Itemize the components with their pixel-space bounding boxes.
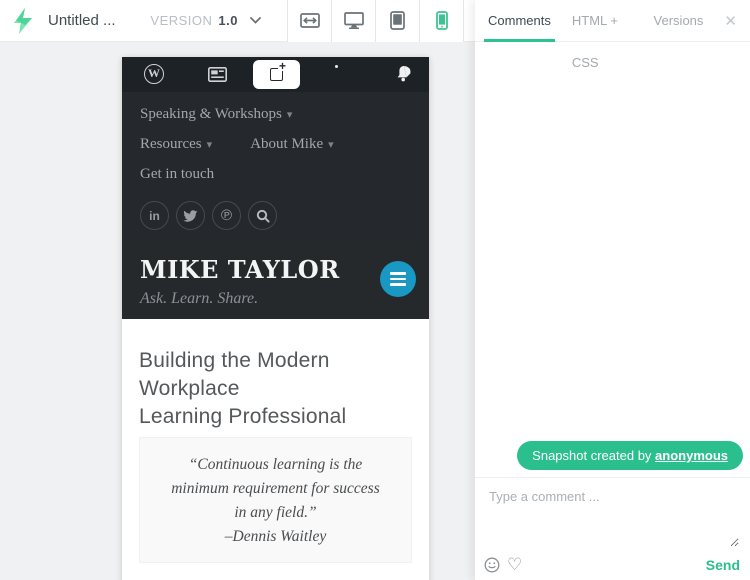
device-preview-switcher (287, 0, 464, 42)
comment-composer: ♡ Send (475, 477, 750, 580)
linkedin-icon[interactable]: in (140, 201, 169, 230)
version-selector[interactable]: VERSION 1.0 (150, 13, 261, 28)
nav-item-get-in-touch[interactable]: Get in touch (140, 160, 214, 189)
dropdown-arrow-icon: ▾ (207, 139, 213, 151)
chevron-down-icon (250, 17, 261, 24)
panel-tab-bar: Comments HTML + CSS Versions ✕ (475, 0, 750, 42)
document-title[interactable]: Untitled ... (48, 12, 116, 29)
site-header: MIKE TAYLOR Ask. Learn. Share. (122, 240, 429, 319)
top-toolbar: Untitled ... VERSION 1.0 (0, 0, 475, 42)
version-label: VERSION (150, 13, 212, 28)
pinterest-icon[interactable]: ℗ (212, 201, 241, 230)
responsive-width-icon[interactable] (287, 0, 331, 42)
preview-stage: W + (0, 42, 475, 580)
wordpress-logo-icon[interactable]: W (144, 64, 164, 84)
twitter-icon[interactable] (176, 201, 205, 230)
tab-comments[interactable]: Comments (488, 0, 551, 42)
anonymous-user-link[interactable]: anonymous (655, 448, 728, 463)
tab-versions[interactable]: Versions (654, 0, 704, 42)
notifications-bell-icon[interactable] (396, 65, 412, 82)
snapshot-created-badge: Snapshot created by anonymous (517, 441, 743, 470)
tablet-preview-icon[interactable] (375, 0, 419, 42)
desktop-preview-icon[interactable] (331, 0, 375, 42)
nav-item-about-mike[interactable]: About Mike▾ (250, 130, 333, 160)
post-title: Building the Modern Workplace Learning P… (139, 347, 412, 431)
post-content: Building the Modern Workplace Learning P… (122, 319, 429, 563)
emoji-icon[interactable] (484, 557, 500, 573)
version-number: 1.0 (218, 13, 238, 28)
quote-attribution: –Dennis Waitley (154, 525, 397, 549)
phone-preview-frame: W + (122, 57, 429, 580)
comments-panel: Comments HTML + CSS Versions ✕ Snapshot … (475, 0, 750, 580)
app-window: Untitled ... VERSION 1.0 (0, 0, 750, 580)
site-tagline: Ask. Learn. Share. (140, 290, 411, 308)
site-nav-menu: Speaking & Workshops▾ Resources▾ About M… (122, 92, 429, 240)
site-title[interactable]: MIKE TAYLOR (140, 255, 411, 284)
plus-icon: + (278, 61, 287, 71)
heart-icon[interactable]: ♡ (507, 557, 522, 573)
send-button[interactable]: Send (706, 557, 740, 573)
search-icon[interactable] (248, 201, 277, 230)
close-icon[interactable]: ✕ (724, 12, 737, 30)
nav-item-speaking-workshops[interactable]: Speaking & Workshops▾ (140, 100, 292, 130)
comments-list: Snapshot created by anonymous (475, 42, 750, 477)
wp-admin-bar: W + (122, 57, 429, 92)
dropdown-arrow-icon: ▾ (328, 139, 334, 151)
notification-dot (335, 65, 338, 68)
tab-html-css[interactable]: HTML + CSS (572, 0, 633, 42)
reader-icon[interactable] (208, 67, 227, 82)
new-post-icon: + (270, 68, 283, 81)
hamburger-menu-button[interactable] (380, 261, 416, 297)
phone-preview-icon-active[interactable] (419, 0, 463, 42)
comment-input[interactable] (489, 489, 739, 547)
social-links: in ℗ (140, 201, 411, 230)
new-post-button[interactable]: + (253, 60, 300, 89)
blockquote: “Continuous learning is the minimum requ… (139, 437, 412, 563)
nav-item-resources[interactable]: Resources▾ (140, 130, 212, 160)
dropdown-arrow-icon: ▾ (287, 109, 293, 121)
app-logo-bolt-icon (12, 8, 34, 34)
